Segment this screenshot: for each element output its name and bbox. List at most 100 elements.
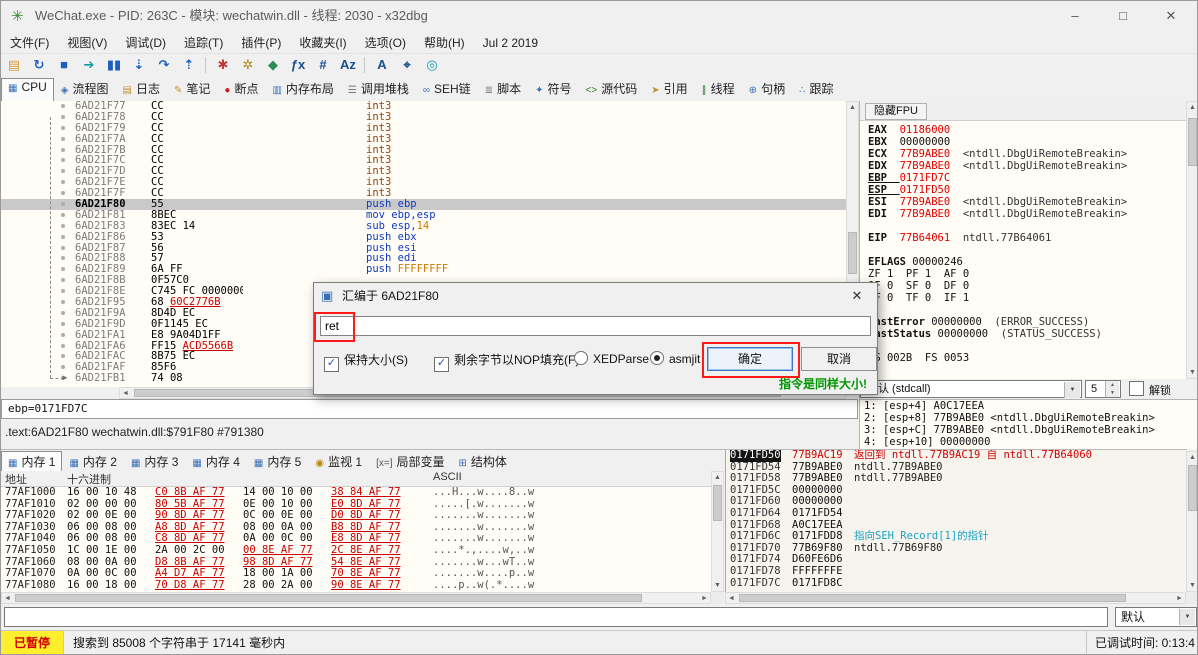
tab-references[interactable]: ➤引用 bbox=[644, 78, 694, 102]
disasm-row[interactable]: 6AD21F8756push esi bbox=[1, 243, 846, 254]
tab-breakpoints[interactable]: ●断点 bbox=[217, 78, 265, 102]
tab-memory-map[interactable]: ▥内存布局 bbox=[265, 78, 340, 102]
register-row[interactable]: ZF 1 PF 1 AF 0 bbox=[860, 268, 1187, 280]
dump-row[interactable]: 77AF108016 00 18 0070 D8 AF 7728 00 2A 0… bbox=[1, 580, 711, 592]
disasm-vscrollbar-up-icon[interactable]: ▲ bbox=[847, 102, 858, 113]
keep-size-checkbox-box[interactable]: ✓ bbox=[324, 357, 339, 372]
register-row[interactable]: ECX 77B9ABE0 <ntdll.DbgUiRemoteBreakin> bbox=[860, 148, 1187, 160]
favourites-icon[interactable]: ◆ bbox=[261, 55, 285, 75]
menu-item[interactable]: 插件(P) bbox=[232, 31, 290, 54]
tab-seh-chain[interactable]: ∞SEH链 bbox=[416, 78, 478, 102]
register-row[interactable] bbox=[860, 220, 1187, 232]
disasm-row[interactable]: 6AD21F7DCCint3 bbox=[1, 166, 846, 177]
registers-vscrollbar-thumb[interactable] bbox=[1188, 118, 1197, 166]
register-row[interactable]: LastError 00000000 (ERROR_SUCCESS) bbox=[860, 316, 1187, 328]
argument-row[interactable]: 4: [esp+10] 00000000 bbox=[860, 436, 1198, 448]
assemble-instruction-input[interactable] bbox=[320, 316, 871, 336]
register-row[interactable]: EAX 01186000 bbox=[860, 124, 1187, 136]
stack-view[interactable]: 0171FD5077B9AC19返回到 ntdll.77B9AC19 自 ntd… bbox=[725, 449, 1187, 593]
fill-nop-checkbox-box[interactable]: ✓ bbox=[434, 357, 449, 372]
maximize-button[interactable]: □ bbox=[1101, 1, 1145, 31]
stack-row[interactable]: 0171FD5077B9AC19返回到 ntdll.77B9AC19 自 ntd… bbox=[726, 450, 1187, 462]
registers-vscrollbar-up-icon[interactable]: ▲ bbox=[1187, 102, 1198, 113]
dump-vscrollbar-thumb[interactable] bbox=[713, 485, 722, 521]
dump-vscrollbar[interactable]: ▲▼ bbox=[711, 471, 724, 592]
xedparse-radio[interactable]: XEDParse bbox=[574, 351, 649, 366]
graph-icon[interactable]: ⌖ bbox=[395, 55, 419, 75]
restart-icon[interactable]: ↻ bbox=[27, 55, 51, 75]
dialog-title-bar[interactable]: ▣ 汇编于 6AD21F80 ✕ bbox=[314, 283, 877, 309]
menu-item[interactable]: 视图(V) bbox=[58, 31, 116, 54]
tab-trace[interactable]: ∴跟踪 bbox=[792, 78, 840, 102]
find-strings-icon[interactable]: A bbox=[370, 55, 394, 75]
case-icon[interactable]: Az bbox=[336, 55, 360, 75]
register-row[interactable] bbox=[860, 244, 1187, 256]
execute-till-return-icon[interactable]: ⇡ bbox=[177, 55, 201, 75]
patches-icon[interactable]: ◎ bbox=[420, 55, 444, 75]
argument-row[interactable]: 1: [esp+4] A0C17EEA bbox=[860, 400, 1198, 412]
menu-item[interactable]: 收藏夹(I) bbox=[290, 31, 355, 54]
unlock-checkbox-box[interactable] bbox=[1129, 381, 1144, 396]
stack-hscrollbar-left-icon[interactable]: ◄ bbox=[726, 593, 737, 604]
asmjit-radio[interactable]: asmjit bbox=[650, 351, 700, 366]
fx-icon[interactable]: ƒx bbox=[286, 55, 310, 75]
unlock-checkbox[interactable]: 解锁 bbox=[1129, 381, 1171, 398]
dialog-close-icon[interactable]: ✕ bbox=[845, 283, 869, 309]
register-row[interactable]: EDI 77B9ABE0 <ntdll.DbgUiRemoteBreakin> bbox=[860, 208, 1187, 220]
keep-size-checkbox[interactable]: ✓保持大小(S) bbox=[324, 351, 408, 372]
plugins-icon[interactable]: ✲ bbox=[236, 55, 260, 75]
tab-handles[interactable]: ⊕句柄 bbox=[742, 78, 792, 102]
hide-fpu-button[interactable]: 隐藏FPU bbox=[865, 103, 927, 120]
tab-log[interactable]: ▤日志 bbox=[116, 78, 167, 102]
stack-vscrollbar[interactable]: ▲▼ bbox=[1186, 451, 1198, 592]
disasm-row[interactable]: 6AD21F78CCint3 bbox=[1, 112, 846, 123]
settings-icon[interactable]: ✱ bbox=[211, 55, 235, 75]
stack-vscrollbar-up-icon[interactable]: ▲ bbox=[1187, 452, 1198, 463]
disasm-hscrollbar-left-icon[interactable]: ◄ bbox=[120, 388, 131, 399]
disasm-row[interactable]: 6AD21F7CCCint3 bbox=[1, 155, 846, 166]
run-icon[interactable]: ➔ bbox=[77, 55, 101, 75]
argument-count-stepper[interactable]: 5 ▲▼ bbox=[1085, 380, 1121, 398]
register-row[interactable] bbox=[860, 340, 1187, 352]
calculator-icon[interactable]: # bbox=[311, 55, 335, 75]
chevron-down-icon[interactable]: ▼ bbox=[1064, 382, 1080, 398]
dump-hscrollbar-thumb[interactable] bbox=[15, 594, 642, 602]
registers-vscrollbar-down-icon[interactable]: ▼ bbox=[1187, 367, 1198, 378]
chevron-down-icon[interactable]: ▼ bbox=[1179, 609, 1195, 625]
xedparse-radio-button[interactable] bbox=[574, 351, 588, 365]
dump-row[interactable]: 77AF100016 00 10 48C0 8B AF 7714 00 10 0… bbox=[1, 487, 711, 499]
dump-hscrollbar[interactable]: ◄► bbox=[1, 592, 711, 604]
stack-vscrollbar-thumb[interactable] bbox=[1188, 465, 1197, 511]
register-row[interactable]: ESP 0171FD50 bbox=[860, 184, 1187, 196]
register-row[interactable] bbox=[860, 304, 1187, 316]
menu-item[interactable]: Jul 2 2019 bbox=[474, 33, 547, 53]
disasm-row[interactable]: 6AD21F77CCint3 bbox=[1, 101, 846, 112]
disasm-row[interactable]: 6AD21F79CCint3 bbox=[1, 123, 846, 134]
registers-vscrollbar[interactable]: ▲▼ bbox=[1186, 101, 1198, 379]
stack-row[interactable]: 0171FD6C0171FDD8指向SEH_Record[1]的指针 bbox=[726, 531, 1187, 543]
memory-dump-view[interactable]: 77AF100016 00 10 48C0 8B AF 7714 00 10 0… bbox=[1, 487, 711, 592]
dump-row[interactable]: 77AF10700A 00 0C 00A4 D7 AF 7718 00 1A 0… bbox=[1, 568, 711, 580]
stack-hscrollbar-thumb[interactable] bbox=[739, 594, 1126, 602]
register-row[interactable]: ESI 77B9ABE0 <ntdll.DbgUiRemoteBreakin> bbox=[860, 196, 1187, 208]
disasm-row[interactable]: 6AD21F7ACCint3 bbox=[1, 134, 846, 145]
open-file-icon[interactable]: ▤ bbox=[2, 55, 26, 75]
argument-row[interactable]: 3: [esp+C] 77B9ABE0 <ntdll.DbgUiRemoteBr… bbox=[860, 424, 1198, 436]
stepper-arrows-icon[interactable]: ▲▼ bbox=[1105, 381, 1119, 397]
close-debuggee-icon[interactable]: ■ bbox=[52, 55, 76, 75]
menu-item[interactable]: 选项(O) bbox=[356, 31, 415, 54]
register-row[interactable]: OF 0 SF 0 DF 0 bbox=[860, 280, 1187, 292]
stack-row[interactable]: 0171FD78FFFFFFFE bbox=[726, 566, 1187, 578]
menu-item[interactable]: 帮助(H) bbox=[415, 31, 474, 54]
asmjit-radio-button[interactable] bbox=[650, 351, 664, 365]
assemble-dialog[interactable]: ▣ 汇编于 6AD21F80 ✕ ✓保持大小(S) ✓剩余字节以NOP填充(F)… bbox=[313, 282, 878, 395]
register-row[interactable]: EDX 77B9ABE0 <ntdll.DbgUiRemoteBreakin> bbox=[860, 160, 1187, 172]
argument-row[interactable]: 2: [esp+8] 77B9ABE0 <ntdll.DbgUiRemoteBr… bbox=[860, 412, 1198, 424]
register-row[interactable]: GS 002B FS 0053 bbox=[860, 352, 1187, 364]
cancel-button[interactable]: 取消 bbox=[801, 347, 877, 371]
step-into-icon[interactable]: ⇣ bbox=[127, 55, 151, 75]
register-row[interactable]: EBX 00000000 bbox=[860, 136, 1187, 148]
dump-row[interactable]: 77AF10501C 00 1E 002A 00 2C 0000 8E AF 7… bbox=[1, 545, 711, 557]
register-row[interactable]: EBP 0171FD7C bbox=[860, 172, 1187, 184]
register-row[interactable]: LastStatus 00000000 (STATUS_SUCCESS) bbox=[860, 328, 1187, 340]
